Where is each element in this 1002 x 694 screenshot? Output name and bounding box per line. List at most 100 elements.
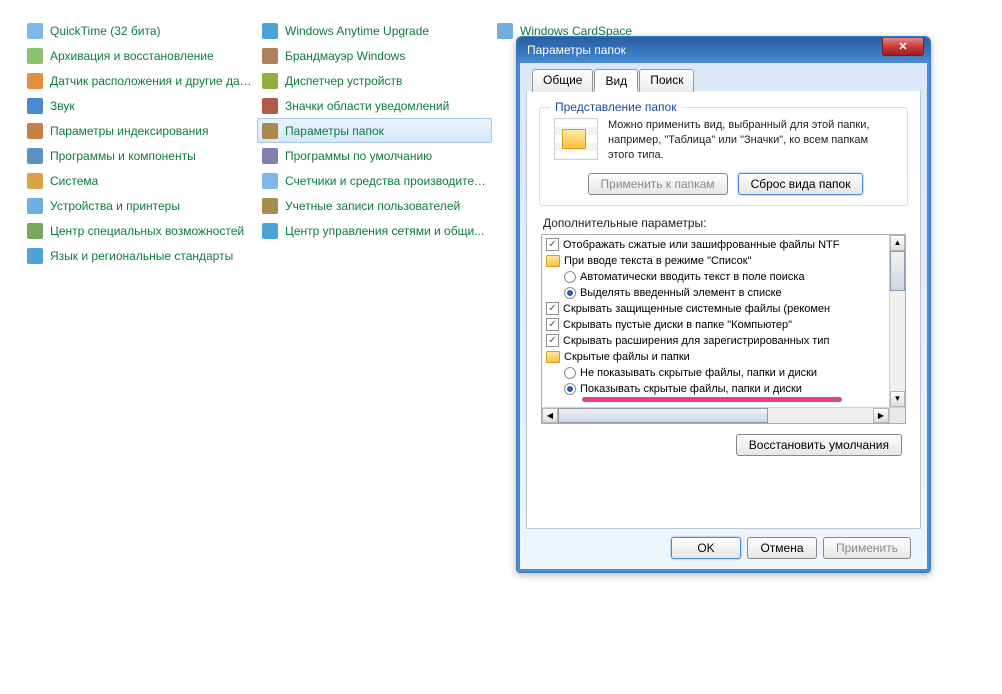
annotation-underline bbox=[582, 397, 842, 402]
vertical-scrollbar[interactable]: ▲ ▼ bbox=[889, 235, 905, 423]
cp-item-network[interactable]: Центр управления сетями и общи... bbox=[257, 218, 492, 243]
cp-item-devmgr[interactable]: Диспетчер устройств bbox=[257, 68, 492, 93]
radio[interactable] bbox=[564, 271, 576, 283]
performance-icon bbox=[261, 172, 279, 190]
checkbox[interactable] bbox=[546, 302, 559, 315]
horizontal-scrollbar[interactable]: ◀ ▶ bbox=[542, 407, 889, 423]
cp-item-ease-access[interactable]: Центр специальных возможностей bbox=[22, 218, 257, 243]
tree-row[interactable]: При вводе текста в режиме "Список" bbox=[546, 253, 903, 269]
cp-item-sensors[interactable]: Датчик расположения и другие дат... bbox=[22, 68, 257, 93]
tab-general[interactable]: Общие bbox=[532, 69, 593, 92]
globe-icon bbox=[26, 247, 44, 265]
folder-icon bbox=[546, 351, 560, 363]
scroll-down-button[interactable]: ▼ bbox=[890, 391, 905, 407]
tree-row-label: При вводе текста в режиме "Список" bbox=[564, 255, 751, 267]
tree-row[interactable]: Выделять введенный элемент в списке bbox=[546, 285, 903, 301]
cp-item-users[interactable]: Учетные записи пользователей bbox=[257, 193, 492, 218]
default-programs-icon bbox=[261, 147, 279, 165]
ok-button[interactable]: OK bbox=[671, 537, 741, 559]
cp-item-devices[interactable]: Устройства и принтеры bbox=[22, 193, 257, 218]
apply-to-folders-button[interactable]: Применить к папкам bbox=[588, 173, 728, 195]
cp-item-indexing[interactable]: Параметры индексирования bbox=[22, 118, 257, 143]
tree-row[interactable]: Отображать сжатые или зашифрованные файл… bbox=[546, 237, 903, 253]
tree-row-label: Не показывать скрытые файлы, папки и дис… bbox=[580, 367, 817, 379]
radio[interactable] bbox=[564, 367, 576, 379]
radio[interactable] bbox=[564, 383, 576, 395]
tree-row-label: Показывать скрытые файлы, папки и диски bbox=[580, 383, 802, 395]
tree-row[interactable]: Скрытые файлы и папки bbox=[546, 349, 903, 365]
indexing-icon bbox=[26, 122, 44, 140]
cp-item-tray-icons[interactable]: Значки области уведомлений bbox=[257, 93, 492, 118]
tree-row[interactable]: Показывать скрытые файлы, папки и диски bbox=[546, 381, 903, 397]
cp-item-label: Параметры индексирования bbox=[50, 124, 208, 138]
users-icon bbox=[261, 197, 279, 215]
tree-row[interactable]: Не показывать скрытые файлы, папки и дис… bbox=[546, 365, 903, 381]
radio[interactable] bbox=[564, 287, 576, 299]
tab-label: Общие bbox=[543, 73, 582, 87]
button-label: Применить к папкам bbox=[601, 177, 715, 191]
scroll-right-button[interactable]: ▶ bbox=[873, 408, 889, 423]
cp-item-folder-options[interactable]: Параметры папок bbox=[257, 118, 492, 143]
tree-row[interactable]: Скрывать расширения для зарегистрированн… bbox=[546, 333, 903, 349]
tab-content: Представление папок Можно применить вид,… bbox=[526, 91, 921, 529]
reset-folders-button[interactable]: Сброс вида папок bbox=[738, 173, 864, 195]
scroll-up-button[interactable]: ▲ bbox=[890, 235, 905, 251]
hscroll-thumb[interactable] bbox=[558, 408, 768, 423]
apply-button[interactable]: Применить bbox=[823, 537, 911, 559]
cp-item-label: Архивация и восстановление bbox=[50, 49, 214, 63]
cp-column-2: Windows Anytime Upgrade Брандмауэр Windo… bbox=[257, 18, 492, 268]
tree-row-label: Отображать сжатые или зашифрованные файл… bbox=[563, 239, 839, 251]
tab-search[interactable]: Поиск bbox=[639, 69, 694, 92]
scroll-thumb[interactable] bbox=[890, 251, 905, 291]
folder-options-icon bbox=[261, 122, 279, 140]
cp-item-label: Программы и компоненты bbox=[50, 149, 196, 163]
tab-strip: Общие Вид Поиск bbox=[526, 69, 921, 92]
tree-row[interactable]: Скрывать пустые диски в папке "Компьютер… bbox=[546, 317, 903, 333]
cardspace-icon bbox=[496, 22, 514, 40]
cp-item-label: Значки области уведомлений bbox=[285, 99, 449, 113]
cp-item-label: Центр управления сетями и общи... bbox=[285, 224, 484, 238]
cp-item-anytime[interactable]: Windows Anytime Upgrade bbox=[257, 18, 492, 43]
checkbox[interactable] bbox=[546, 238, 559, 251]
cp-item-label: Датчик расположения и другие дат... bbox=[50, 74, 253, 88]
checkbox[interactable] bbox=[546, 334, 559, 347]
restore-defaults-button[interactable]: Восстановить умолчания bbox=[736, 434, 902, 456]
system-icon bbox=[26, 172, 44, 190]
firewall-icon bbox=[261, 47, 279, 65]
dialog-body: Общие Вид Поиск Представление папок Можн… bbox=[517, 63, 930, 572]
cp-item-default-programs[interactable]: Программы по умолчанию bbox=[257, 143, 492, 168]
advanced-settings-tree[interactable]: Отображать сжатые или зашифрованные файл… bbox=[541, 234, 906, 424]
tree-row[interactable]: Автоматически вводить текст в поле поиск… bbox=[546, 269, 903, 285]
tab-label: Вид bbox=[605, 74, 627, 88]
titlebar[interactable]: Параметры папок ✕ bbox=[517, 37, 930, 63]
checkbox[interactable] bbox=[546, 318, 559, 331]
button-label: OK bbox=[697, 541, 714, 555]
cp-item-label: Программы по умолчанию bbox=[285, 149, 432, 163]
cp-item-sound[interactable]: Звук bbox=[22, 93, 257, 118]
folder-preview-icon bbox=[554, 118, 598, 160]
dialog-button-row: OK Отмена Применить bbox=[526, 529, 921, 569]
cp-item-label: Звук bbox=[50, 99, 75, 113]
tab-view[interactable]: Вид bbox=[594, 69, 638, 92]
cancel-button[interactable]: Отмена bbox=[747, 537, 817, 559]
cp-item-region[interactable]: Язык и региональные стандарты bbox=[22, 243, 257, 268]
close-button[interactable]: ✕ bbox=[882, 38, 924, 56]
folder-options-dialog: Параметры папок ✕ Общие Вид Поиск Предст… bbox=[516, 36, 931, 573]
cp-item-programs[interactable]: Программы и компоненты bbox=[22, 143, 257, 168]
close-icon: ✕ bbox=[898, 40, 907, 53]
button-label: Сброс вида папок bbox=[751, 177, 851, 191]
group-title: Представление папок bbox=[550, 100, 681, 114]
tree-row-label: Скрытые файлы и папки bbox=[564, 351, 690, 363]
cp-item-backup[interactable]: Архивация и восстановление bbox=[22, 43, 257, 68]
tree-row[interactable]: Скрывать защищенные системные файлы (рек… bbox=[546, 301, 903, 317]
cp-item-label: Устройства и принтеры bbox=[50, 199, 180, 213]
cp-item-label: QuickTime (32 бита) bbox=[50, 24, 161, 38]
tree-row-label: Автоматически вводить текст в поле поиск… bbox=[580, 271, 805, 283]
network-icon bbox=[261, 222, 279, 240]
cp-item-firewall[interactable]: Брандмауэр Windows bbox=[257, 43, 492, 68]
scroll-left-button[interactable]: ◀ bbox=[542, 408, 558, 423]
folder-views-description: Можно применить вид, выбранный для этой … bbox=[608, 118, 897, 163]
cp-item-perf[interactable]: Счетчики и средства производител... bbox=[257, 168, 492, 193]
cp-item-system[interactable]: Система bbox=[22, 168, 257, 193]
cp-item-quicktime[interactable]: QuickTime (32 бита) bbox=[22, 18, 257, 43]
